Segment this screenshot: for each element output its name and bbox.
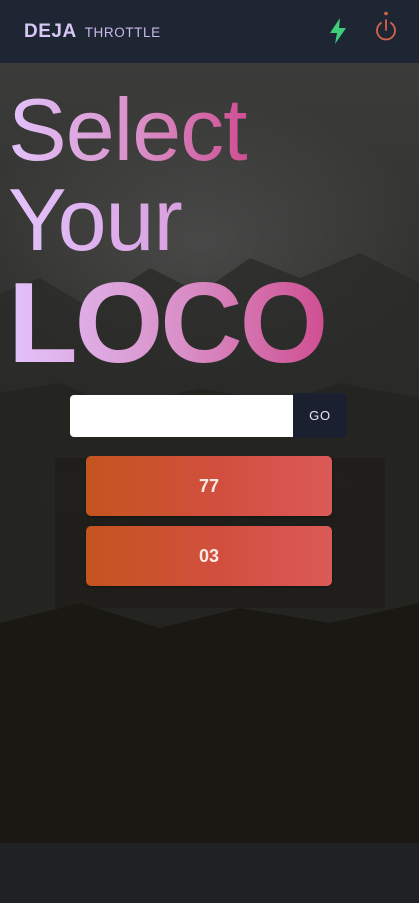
footer-bar (0, 843, 419, 903)
loco-address-input[interactable] (70, 395, 293, 437)
brand-name: DEJA (24, 20, 77, 42)
go-button[interactable]: GO (293, 393, 347, 438)
brand-subtitle: THROTTLE (84, 25, 161, 40)
title-loco: LOCO (8, 260, 328, 387)
app-header: DEJA THROTTLE (0, 0, 419, 63)
loco-button-77[interactable]: 77 (86, 456, 332, 516)
title-select: Select (8, 80, 248, 179)
lightning-bolt-icon[interactable] (325, 16, 351, 46)
power-icon[interactable] (373, 11, 399, 41)
loco-button-03[interactable]: 03 (86, 526, 332, 586)
hero-section: Select Your LOCO GO 77 03 (0, 63, 419, 843)
title-your: Your (8, 170, 183, 269)
